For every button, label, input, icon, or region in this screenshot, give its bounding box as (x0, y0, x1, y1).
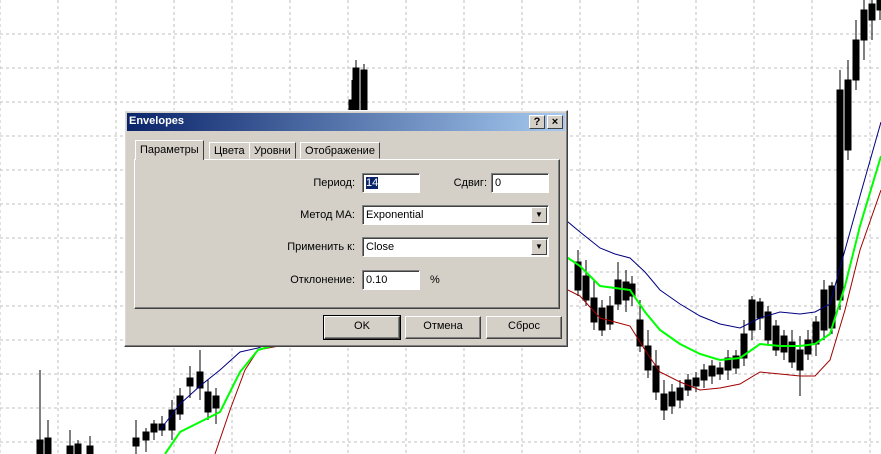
candle-body (360, 69, 368, 111)
period-input[interactable]: 14 (362, 173, 420, 193)
candle-body (796, 349, 804, 371)
candle-body (756, 301, 764, 319)
candle-body (844, 79, 852, 151)
candle-body (876, 0, 881, 11)
deviation-label: Отклонение: (290, 274, 355, 286)
period-value: 14 (366, 177, 379, 189)
candle-body (66, 445, 74, 454)
candle-body (44, 437, 52, 454)
deviation-value: 0.10 (366, 274, 388, 286)
candle-body (668, 391, 676, 407)
candle-body (186, 377, 194, 387)
candle-body (716, 367, 724, 375)
period-label: Период: (313, 177, 355, 189)
candle-body (780, 335, 788, 353)
tab-parameters[interactable]: Параметры (135, 140, 204, 160)
apply-to-select[interactable]: Close ▼ (362, 237, 549, 257)
shift-input[interactable]: 0 (491, 173, 549, 193)
help-button[interactable]: ? (529, 115, 545, 129)
candle-body (86, 445, 94, 454)
chevron-down-icon[interactable]: ▼ (531, 239, 547, 255)
shift-label: Сдвиг: (453, 177, 487, 189)
dialog-titlebar[interactable]: Envelopes ? × (127, 113, 565, 131)
candle-body (748, 299, 756, 331)
candle-body (168, 409, 176, 431)
candle-body (820, 289, 828, 331)
candle-body (852, 39, 860, 81)
shift-value: 0 (495, 177, 502, 189)
candle-body (142, 431, 150, 441)
candle-body (812, 321, 820, 345)
candle-body (804, 339, 812, 355)
candle-body (676, 387, 684, 401)
candle-body (74, 443, 82, 454)
close-button[interactable]: × (547, 115, 563, 129)
candle-body (614, 279, 622, 305)
cancel-button[interactable]: Отмена (405, 316, 481, 339)
reset-button[interactable]: Сброс (486, 316, 562, 339)
ma-method-select[interactable]: Exponential ▼ (362, 205, 549, 225)
candle-body (868, 3, 876, 21)
ok-button[interactable]: OK (323, 315, 401, 340)
candle-body (132, 437, 140, 447)
candle-body (176, 395, 184, 415)
deviation-unit: % (430, 274, 440, 286)
candle-body (860, 9, 868, 41)
apply-to-label: Применить к: (287, 241, 355, 253)
candle-body (204, 391, 212, 413)
candle-body (622, 281, 630, 301)
ma-method-label: Метод МА: (300, 209, 355, 221)
candle-body (590, 297, 598, 323)
candle-body (692, 377, 700, 387)
candle-body (708, 365, 716, 377)
candle-body (212, 395, 220, 409)
candle-body (150, 423, 158, 433)
tab-colors[interactable]: Цвета (209, 142, 250, 159)
chevron-down-icon[interactable]: ▼ (531, 207, 547, 223)
candle-body (36, 439, 44, 454)
candle-body (582, 275, 590, 301)
envelopes-dialog: Envelopes ? × Параметры Цвета Уровни Ото… (124, 110, 568, 347)
ma-method-value: Exponential (366, 209, 424, 221)
dialog-title: Envelopes (129, 115, 185, 127)
apply-to-value: Close (366, 241, 395, 253)
candle-body (700, 369, 708, 381)
deviation-input[interactable]: 0.10 (362, 270, 420, 290)
tab-levels[interactable]: Уровни (249, 142, 296, 159)
parameters-panel: Период: 14 Сдвиг: 0 Метод МА: Exponentia… (134, 159, 560, 309)
candle-body (660, 393, 668, 411)
tab-display[interactable]: Отображение (300, 142, 380, 159)
